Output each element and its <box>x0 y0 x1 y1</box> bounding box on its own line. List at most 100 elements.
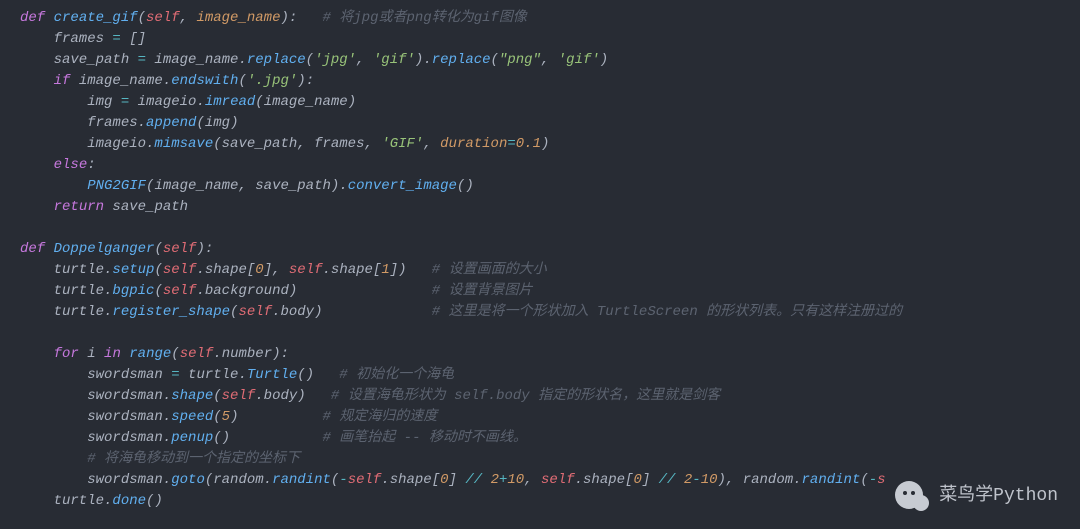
token-str: "png" <box>499 52 541 68</box>
token-id <box>675 472 683 488</box>
code-line: swordsman.shape(self.body) # 设置海龟形状为 sel… <box>20 388 720 404</box>
token-op: // <box>465 472 482 488</box>
token-id: swordsman. <box>20 409 171 425</box>
token-self: self <box>163 262 197 278</box>
token-id <box>121 346 129 362</box>
token-op: = <box>138 52 146 68</box>
token-punc: ), <box>718 472 743 488</box>
code-line: turtle.register_shape(self.body) # 这里是将一… <box>20 304 902 320</box>
token-punc: ) <box>297 388 331 404</box>
wechat-icon <box>895 481 929 511</box>
token-id: frames <box>314 136 364 152</box>
token-punc: ) <box>600 52 608 68</box>
token-fn: append <box>146 115 196 131</box>
token-id: swordsman <box>20 367 171 383</box>
token-punc: , <box>423 136 440 152</box>
code-line: return save_path <box>20 199 188 215</box>
token-num: 0 <box>440 472 448 488</box>
code-line: save_path = image_name.replace('jpg', 'g… <box>20 52 608 68</box>
token-op: - <box>869 472 877 488</box>
token-op: - <box>339 472 347 488</box>
token-cmt: # 设置背景图片 <box>432 283 533 299</box>
token-fn: randint <box>802 472 861 488</box>
token-cmt: # 将海龟移动到一个指定的坐标下 <box>87 451 300 467</box>
token-punc: ( <box>213 136 221 152</box>
token-id: img <box>205 115 230 131</box>
token-punc: . <box>575 472 583 488</box>
token-punc: () <box>213 430 322 446</box>
token-kw: def <box>20 10 54 26</box>
token-punc: ) <box>230 409 322 425</box>
token-self: self <box>222 388 256 404</box>
token-punc: . <box>196 283 204 299</box>
token-punc: ) <box>289 283 432 299</box>
code-editor[interactable]: def create_gif(self, image_name): # 将jpg… <box>20 8 1080 512</box>
token-fn: replace <box>247 52 306 68</box>
token-id: turtle. <box>180 367 247 383</box>
token-kw: def <box>20 241 54 257</box>
code-line: # 将海龟移动到一个指定的坐标下 <box>20 451 300 467</box>
token-id: shape <box>583 472 625 488</box>
token-cmt: # 规定海归的速度 <box>322 409 437 425</box>
token-fn: done <box>112 493 146 509</box>
token-fn: imread <box>205 94 255 110</box>
token-kw: return <box>54 199 104 215</box>
token-cmt: # 设置海龟形状为 self.body 指定的形状名，这里就是剑客 <box>331 388 720 404</box>
token-num: 0 <box>633 472 641 488</box>
token-punc: ( <box>154 283 162 299</box>
token-num: 0 <box>255 262 263 278</box>
token-id <box>20 451 87 467</box>
token-punc: ): <box>280 10 322 26</box>
token-str: '.jpg' <box>247 73 297 89</box>
token-punc: ( <box>255 94 263 110</box>
token-punc: ( <box>196 115 204 131</box>
token-cmt: # 设置画面的大小 <box>432 262 547 278</box>
token-id: shape <box>390 472 432 488</box>
token-id: random. <box>743 472 802 488</box>
token-punc: ). <box>415 52 432 68</box>
token-num: 2 <box>491 472 499 488</box>
token-self: self <box>163 283 197 299</box>
token-self: s <box>877 472 885 488</box>
token-punc: . <box>255 388 263 404</box>
token-fn: penup <box>171 430 213 446</box>
token-self: self <box>180 346 214 362</box>
token-id: background <box>205 283 289 299</box>
token-punc: ). <box>331 178 348 194</box>
token-fn: endswith <box>171 73 238 89</box>
token-id: frames <box>20 31 112 47</box>
code-line: turtle.done() <box>20 493 163 509</box>
token-punc: ): <box>196 241 213 257</box>
token-id: image_name <box>154 178 238 194</box>
token-id: image_name. <box>146 52 247 68</box>
token-fn: register_shape <box>112 304 230 320</box>
token-punc: ( <box>213 388 221 404</box>
token-kw: in <box>104 346 121 362</box>
token-num: 5 <box>222 409 230 425</box>
token-id: img <box>20 94 121 110</box>
token-str: 'GIF' <box>381 136 423 152</box>
token-punc: , <box>524 472 541 488</box>
token-punc: ( <box>205 472 213 488</box>
token-param: duration <box>440 136 507 152</box>
token-id: body <box>280 304 314 320</box>
token-num: 1 <box>381 262 389 278</box>
token-fn: convert_image <box>348 178 457 194</box>
token-id: [] <box>121 31 146 47</box>
token-punc: ] <box>449 472 466 488</box>
token-id <box>20 178 87 194</box>
token-id: image_name <box>264 94 348 110</box>
token-fn: speed <box>171 409 213 425</box>
token-punc: ( <box>238 73 246 89</box>
token-num: 10 <box>701 472 718 488</box>
token-id: imageio. <box>20 136 154 152</box>
token-punc: ( <box>154 241 162 257</box>
token-id: shape <box>331 262 373 278</box>
token-op: = <box>507 136 515 152</box>
token-fn: shape <box>171 388 213 404</box>
code-line: img = imageio.imread(image_name) <box>20 94 356 110</box>
code-line: turtle.bgpic(self.background) # 设置背景图片 <box>20 283 533 299</box>
token-punc: ): <box>272 346 289 362</box>
token-id <box>482 472 490 488</box>
token-str: 'jpg' <box>314 52 356 68</box>
